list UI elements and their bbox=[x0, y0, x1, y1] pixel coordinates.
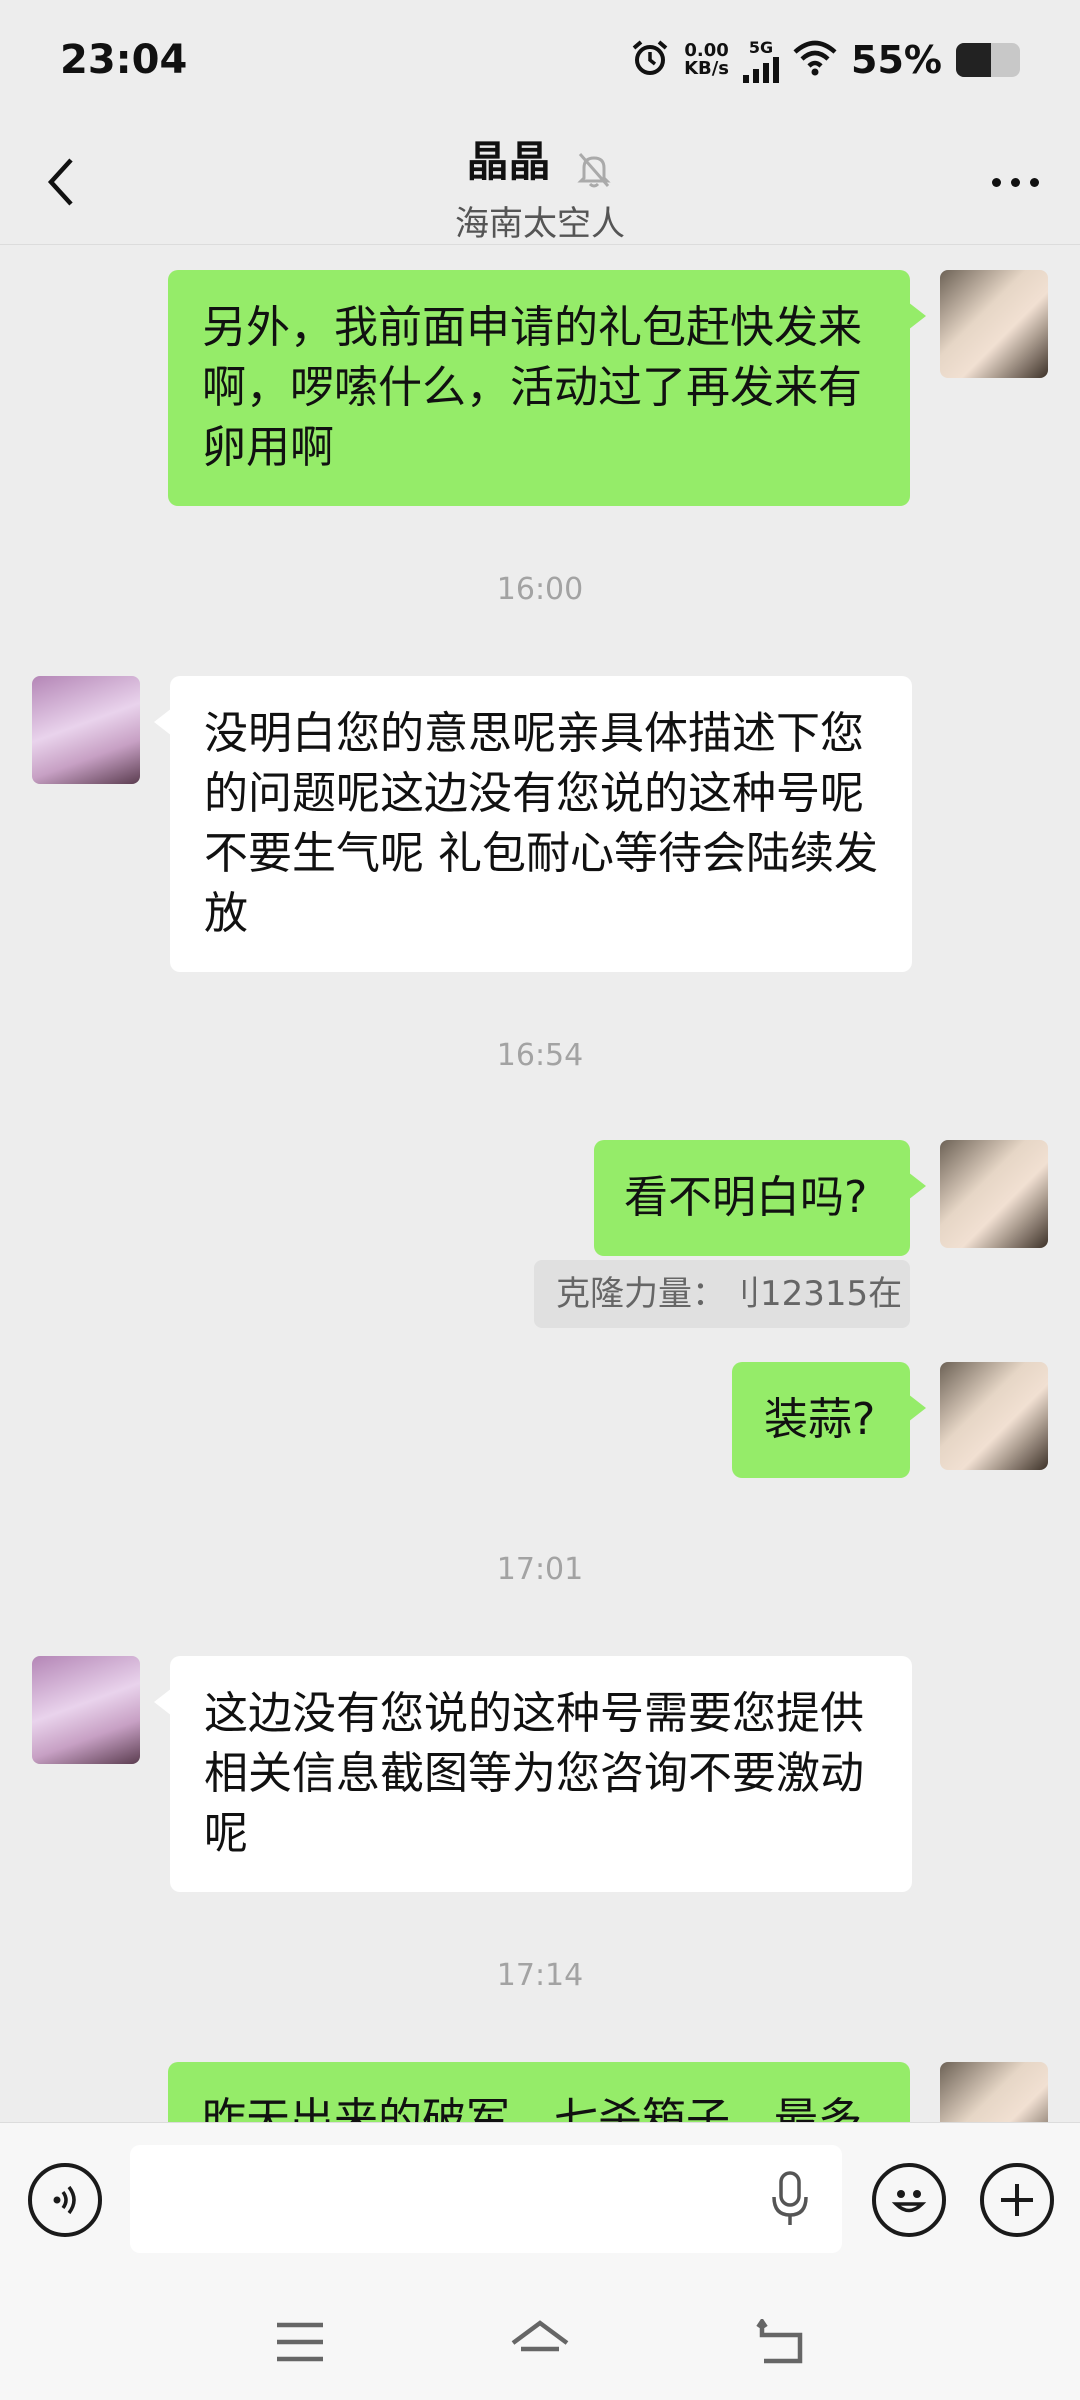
status-bar: 23:04 0.00 KB/s 5G 55% bbox=[0, 0, 1080, 120]
message-bubble-other[interactable]: 这边没有您说的这种号需要您提供相关信息截图等为您咨询不要激动呢 bbox=[154, 1656, 912, 1892]
chat-subtitle: 海南太空人 bbox=[455, 203, 625, 244]
back-nav-button[interactable] bbox=[745, 2312, 815, 2372]
status-time: 23:04 bbox=[60, 37, 188, 83]
wifi-icon bbox=[793, 40, 837, 80]
home-button[interactable] bbox=[505, 2312, 575, 2372]
alarm-icon bbox=[630, 38, 670, 82]
back-arrow-icon bbox=[756, 2319, 803, 2364]
avatar-self[interactable] bbox=[940, 1140, 1048, 1248]
network-type: 5G bbox=[748, 37, 774, 57]
emoji-button[interactable] bbox=[872, 2163, 946, 2237]
status-icons: 0.00 KB/s 5G 55% bbox=[630, 38, 1020, 83]
avatar-contact[interactable] bbox=[32, 676, 140, 784]
more-attachments-button[interactable] bbox=[980, 2163, 1054, 2237]
timestamp: 17:01 bbox=[496, 1552, 584, 1587]
quoted-reply[interactable]: 克隆力量：刂12315在 bbox=[534, 1260, 910, 1328]
chat-title-block: 晶晶 海南太空人 bbox=[0, 128, 1080, 245]
voice-wave-icon bbox=[53, 2185, 76, 2215]
battery-icon bbox=[956, 43, 1020, 77]
avatar-self[interactable] bbox=[940, 1362, 1048, 1470]
avatar-self[interactable] bbox=[940, 270, 1048, 378]
voice-mode-button[interactable] bbox=[28, 2163, 102, 2237]
home-icon bbox=[511, 2320, 569, 2352]
chat-message-list[interactable]: 另外，我前面申请的礼包赶快发来啊，啰嗦什么，活动过了再发来有卵用啊 16:00 … bbox=[0, 246, 1080, 2122]
message-bubble-self[interactable]: 装蒜? bbox=[732, 1362, 926, 1478]
message-text-input[interactable] bbox=[130, 2145, 842, 2253]
network-speed: 0.00 KB/s bbox=[684, 42, 729, 78]
menu-lines-icon bbox=[277, 2322, 323, 2362]
message-bubble-self[interactable]: 另外，我前面申请的礼包赶快发来啊，啰嗦什么，活动过了再发来有卵用啊 bbox=[168, 270, 926, 506]
timestamp: 16:00 bbox=[496, 572, 584, 607]
signal-bars-icon bbox=[743, 56, 780, 83]
timestamp: 16:54 bbox=[496, 1038, 584, 1073]
timestamp: 17:14 bbox=[496, 1958, 584, 1993]
microphone-icon[interactable] bbox=[770, 2171, 810, 2233]
plus-icon bbox=[1001, 2184, 1033, 2216]
message-bubble-self[interactable]: 昨天出来的破军、七杀箱子，最多 bbox=[168, 2062, 910, 2122]
message-bubble-other[interactable]: 没明白您的意思呢亲具体描述下您的问题呢这边没有您说的这种号呢 不要生气呢 礼包耐… bbox=[154, 676, 912, 972]
battery-level-fill bbox=[956, 43, 992, 77]
more-options-button[interactable] bbox=[980, 160, 1050, 204]
message-bubble-self[interactable]: 看不明白吗? bbox=[594, 1140, 926, 1256]
smiley-icon bbox=[891, 2190, 927, 2213]
dot-icon bbox=[991, 177, 1001, 187]
dot-icon bbox=[1029, 177, 1039, 187]
network-speed-unit: KB/s bbox=[684, 58, 730, 79]
avatar-contact[interactable] bbox=[32, 1656, 140, 1764]
mute-notification-icon bbox=[574, 150, 614, 194]
avatar-self[interactable] bbox=[940, 2062, 1048, 2122]
chat-header: 晶晶 海南太空人 bbox=[0, 120, 1080, 245]
dot-icon bbox=[1010, 177, 1020, 187]
chat-title: 晶晶 bbox=[466, 137, 551, 186]
message-input-bar bbox=[0, 2122, 1080, 2282]
recent-apps-button[interactable] bbox=[265, 2312, 335, 2372]
cellular-signal: 5G bbox=[743, 37, 780, 83]
system-navigation-bar bbox=[0, 2282, 1080, 2400]
battery-percent: 55% bbox=[851, 38, 942, 82]
